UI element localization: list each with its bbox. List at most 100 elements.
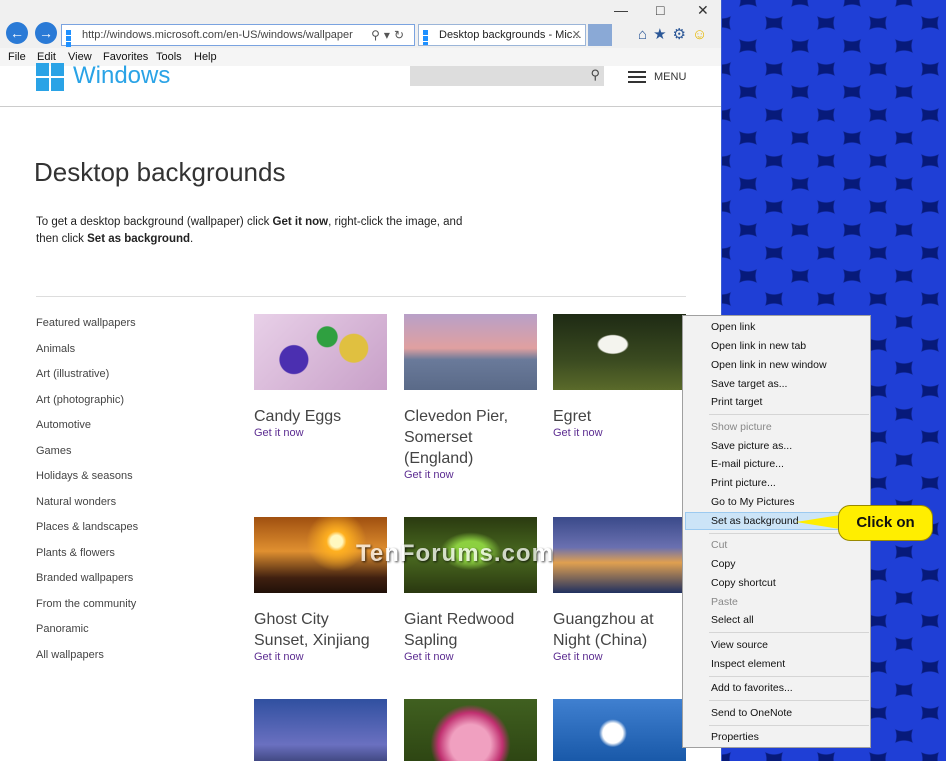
wallpaper-thumbnail[interactable]	[553, 699, 686, 761]
browser-window: — □ ✕ ← → http://windows.microsoft.com/e…	[0, 0, 722, 761]
address-bar[interactable]: http://windows.microsoft.com/en-US/windo…	[61, 24, 415, 53]
sidebar-item-art-photographic[interactable]: Art (photographic)	[36, 393, 138, 419]
sidebar-item-games[interactable]: Games	[36, 444, 138, 470]
site-menu-button[interactable]: MENU	[628, 68, 686, 86]
wallpaper-tile: Clevedon Pier, Somerset (England) Get it…	[404, 314, 537, 481]
ctx-save-picture-as[interactable]: Save picture as...	[711, 440, 792, 452]
ctx-show-picture: Show picture	[711, 421, 772, 433]
sidebar-item-automotive[interactable]: Automotive	[36, 418, 138, 444]
ctx-separator	[709, 632, 869, 633]
new-tab-button[interactable]	[588, 24, 612, 46]
wallpaper-thumbnail[interactable]	[254, 314, 387, 390]
ctx-go-to-my-pictures[interactable]: Go to My Pictures	[711, 496, 794, 508]
menu-edit[interactable]: Edit	[37, 51, 56, 63]
sidebar-item-panoramic[interactable]: Panoramic	[36, 622, 138, 648]
ctx-save-target-as[interactable]: Save target as...	[711, 378, 787, 390]
ctx-send-to-onenote[interactable]: Send to OneNote	[711, 707, 792, 719]
get-it-now-link[interactable]: Get it now	[254, 427, 387, 439]
ctx-separator	[709, 700, 869, 701]
sidebar-item-all[interactable]: All wallpapers	[36, 648, 138, 674]
watermark: TenForums.com	[356, 540, 554, 567]
close-icon[interactable]: ✕	[697, 2, 709, 19]
ctx-inspect-element[interactable]: Inspect element	[711, 658, 785, 670]
site-brand[interactable]: Windows	[73, 62, 170, 90]
ctx-separator	[709, 725, 869, 726]
wallpaper-tile	[553, 699, 686, 761]
sidebar-item-art-illustrative[interactable]: Art (illustrative)	[36, 367, 138, 393]
sidebar-item-plants[interactable]: Plants & flowers	[36, 546, 138, 572]
hamburger-icon	[628, 68, 646, 86]
page-title: Desktop backgrounds	[34, 157, 286, 187]
sidebar-item-places[interactable]: Places & landscapes	[36, 520, 138, 546]
wallpaper-tile: Ghost City Sunset, Xinjiang Get it now	[254, 517, 387, 663]
wallpaper-thumbnail[interactable]	[404, 699, 537, 761]
ctx-open-link-new-tab[interactable]: Open link in new tab	[711, 340, 806, 352]
smiley-icon[interactable]: ☺	[692, 26, 713, 43]
address-search-refresh-icons[interactable]: ⚲▾↻	[371, 25, 408, 45]
ctx-paste: Paste	[711, 596, 738, 608]
maximize-icon[interactable]: □	[656, 2, 664, 18]
callout-click-on: Click on	[838, 505, 933, 541]
wallpaper-name: Ghost City Sunset, Xinjiang	[254, 611, 370, 649]
get-it-now-link[interactable]: Get it now	[553, 427, 686, 439]
menu-file[interactable]: File	[8, 51, 26, 63]
sidebar-item-natural-wonders[interactable]: Natural wonders	[36, 495, 138, 521]
sidebar-item-branded[interactable]: Branded wallpapers	[36, 571, 138, 597]
sidebar-item-animals[interactable]: Animals	[36, 342, 138, 368]
category-sidebar: Featured wallpapers Animals Art (illustr…	[36, 316, 138, 673]
get-it-now-link[interactable]: Get it now	[404, 469, 537, 481]
wallpaper-thumbnail[interactable]	[553, 314, 686, 390]
wallpaper-tile	[404, 699, 537, 761]
header-divider	[0, 106, 721, 107]
gear-icon[interactable]: ⚙	[673, 26, 692, 43]
browser-toolbar-icons: ⌂★⚙☺	[638, 25, 713, 43]
ctx-view-source[interactable]: View source	[711, 639, 768, 651]
ctx-email-picture[interactable]: E-mail picture...	[711, 458, 784, 470]
wallpaper-thumbnail[interactable]	[404, 314, 537, 390]
ctx-copy[interactable]: Copy	[711, 558, 736, 570]
back-button[interactable]: ←	[6, 22, 28, 44]
site-favicon	[66, 30, 77, 53]
favorites-star-icon[interactable]: ★	[653, 26, 672, 43]
ctx-open-link[interactable]: Open link	[711, 321, 755, 333]
wallpaper-tile: Egret Get it now	[553, 314, 686, 439]
site-search-input[interactable]: ⚲	[410, 66, 604, 86]
get-it-now-link[interactable]: Get it now	[404, 651, 537, 663]
search-icon[interactable]: ⚲	[590, 67, 600, 83]
wallpaper-tile	[254, 699, 387, 761]
ctx-print-target[interactable]: Print target	[711, 396, 762, 408]
menu-help[interactable]: Help	[194, 51, 217, 63]
windows-logo-icon[interactable]	[36, 63, 64, 91]
ctx-print-picture[interactable]: Print picture...	[711, 477, 776, 489]
sidebar-item-holidays[interactable]: Holidays & seasons	[36, 469, 138, 495]
ctx-separator	[709, 676, 869, 677]
forward-button[interactable]: →	[35, 22, 57, 44]
address-url: http://windows.microsoft.com/en-US/windo…	[82, 29, 353, 41]
home-icon[interactable]: ⌂	[638, 26, 653, 43]
minimize-icon[interactable]: —	[614, 2, 628, 18]
sidebar-item-community[interactable]: From the community	[36, 597, 138, 623]
site-menu-label: MENU	[654, 70, 687, 83]
callout-pointer	[796, 515, 840, 529]
ctx-open-link-new-window[interactable]: Open link in new window	[711, 359, 827, 371]
browser-titlebar: — □ ✕ ← → http://windows.microsoft.com/e…	[0, 0, 721, 53]
get-it-now-link[interactable]: Get it now	[254, 651, 387, 663]
wallpaper-thumbnail[interactable]	[254, 699, 387, 761]
sidebar-item-featured[interactable]: Featured wallpapers	[36, 316, 138, 342]
wallpaper-tile: Candy Eggs Get it now	[254, 314, 387, 439]
ctx-properties[interactable]: Properties	[711, 731, 759, 743]
wallpaper-thumbnail[interactable]	[553, 517, 686, 593]
wallpaper-name: Giant Redwood Sapling	[404, 611, 515, 649]
tab-close-icon[interactable]: ✕	[572, 25, 581, 45]
tab-favicon	[423, 30, 434, 45]
wallpaper-name: Candy Eggs	[254, 408, 342, 425]
ctx-add-to-favorites[interactable]: Add to favorites...	[711, 682, 793, 694]
get-it-now-link[interactable]: Get it now	[553, 651, 686, 663]
wallpaper-name: Egret	[553, 408, 592, 425]
ctx-select-all[interactable]: Select all	[711, 614, 754, 626]
ctx-copy-shortcut[interactable]: Copy shortcut	[711, 577, 776, 589]
ctx-set-as-background[interactable]: Set as background	[711, 515, 799, 527]
browser-tab[interactable]: Desktop backgrounds - Mic... ✕	[418, 24, 586, 46]
content-divider	[36, 296, 686, 297]
wallpaper-tile: Guangzhou at Night (China) Get it now	[553, 517, 686, 663]
